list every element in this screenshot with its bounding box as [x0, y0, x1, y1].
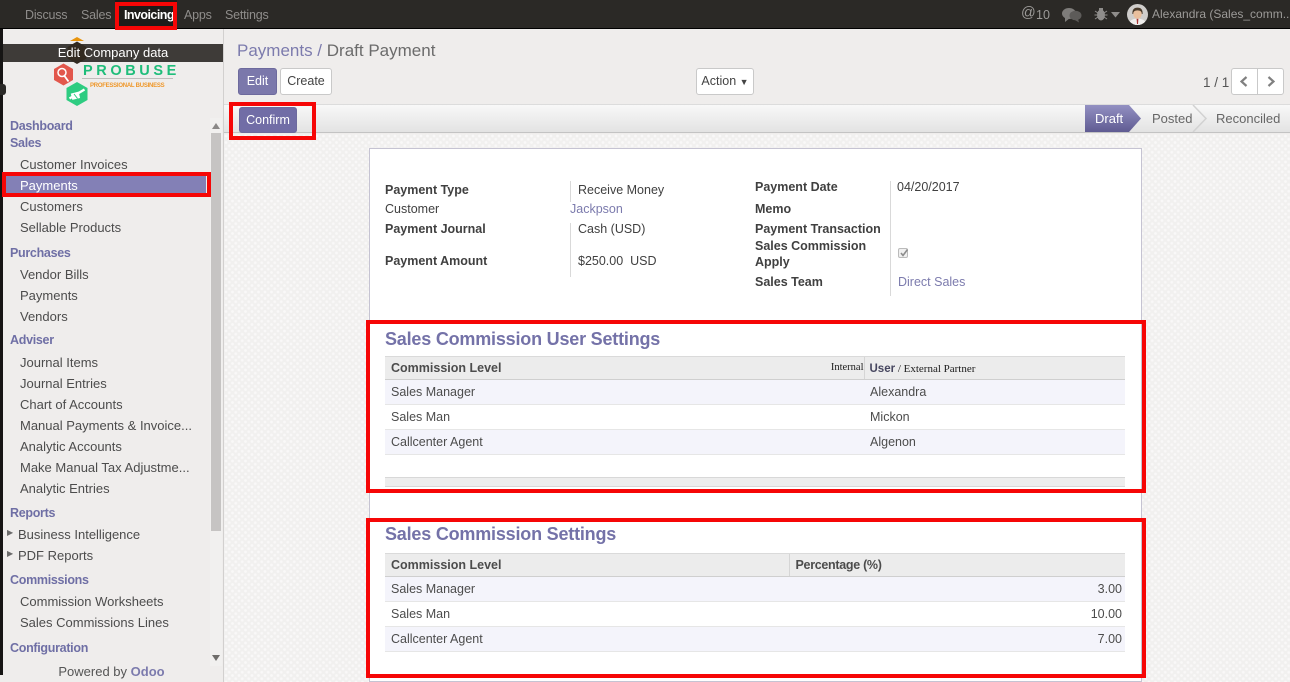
svg-text:Draft: Draft — [1095, 111, 1124, 126]
svg-text:Posted: Posted — [1152, 111, 1192, 126]
svg-text:Reconciled: Reconciled — [1216, 111, 1280, 126]
